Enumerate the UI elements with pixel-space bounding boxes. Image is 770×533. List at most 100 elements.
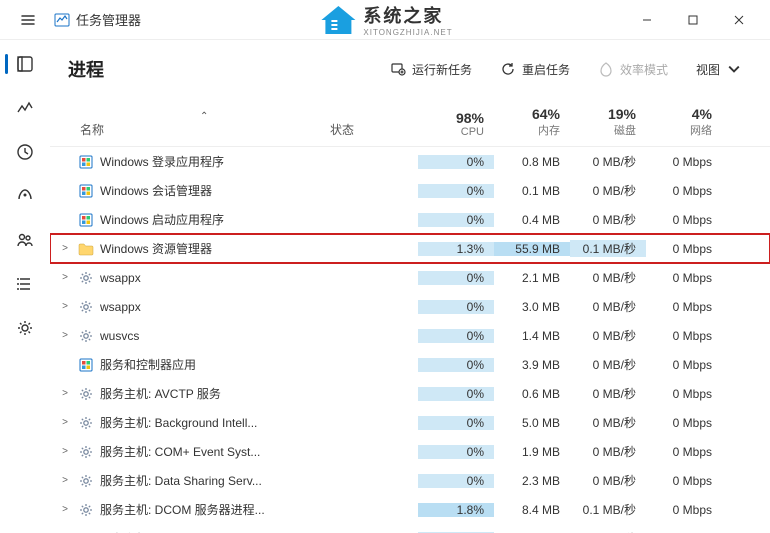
process-name: 服务主机: Background Intell... bbox=[100, 414, 257, 431]
restart-task-button[interactable]: 重启任务 bbox=[490, 55, 580, 84]
network-cell: 0 Mbps bbox=[646, 300, 722, 314]
table-row[interactable]: >wsappx0%2.1 MB0 MB/秒0 Mbps bbox=[50, 263, 770, 292]
expander-icon[interactable]: > bbox=[56, 243, 74, 254]
process-name: Windows 会话管理器 bbox=[100, 182, 212, 199]
process-name: Windows 资源管理器 bbox=[100, 240, 212, 257]
disk-cell: 0 MB/秒 bbox=[570, 211, 646, 228]
process-name: 服务和控制器应用 bbox=[100, 356, 196, 373]
memory-cell: 55.9 MB bbox=[494, 242, 570, 256]
disk-cell: 0 MB/秒 bbox=[570, 414, 646, 431]
network-cell: 0 Mbps bbox=[646, 271, 722, 285]
process-name: 服务主机: DCOM 服务器进程... bbox=[100, 501, 265, 518]
table-header: ⌃ 名称 状态 98% CPU 64% 内存 19% 磁盘 4% 网络 bbox=[50, 98, 770, 147]
table-row[interactable]: >wusvcs0%1.4 MB0 MB/秒0 Mbps bbox=[50, 321, 770, 350]
process-name: 服务主机: COM+ Event Syst... bbox=[100, 443, 260, 460]
watermark-main: 系统之家 bbox=[363, 2, 452, 28]
table-row[interactable]: >服务主机: COM+ Event Syst...0%1.9 MB0 MB/秒0… bbox=[50, 437, 770, 466]
network-cell: 0 Mbps bbox=[646, 213, 722, 227]
col-header-name[interactable]: ⌃ 名称 bbox=[50, 121, 330, 138]
watermark-sub: XITONGZHIJIA.NET bbox=[363, 28, 452, 37]
network-cell: 0 Mbps bbox=[646, 184, 722, 198]
table-row[interactable]: >服务主机: AVCTP 服务0%0.6 MB0 MB/秒0 Mbps bbox=[50, 379, 770, 408]
process-name: 服务主机: Data Sharing Serv... bbox=[100, 472, 262, 489]
table-row[interactable]: Windows 启动应用程序 0%0.4 MB0 MB/秒0 Mbps bbox=[50, 205, 770, 234]
run-new-task-button[interactable]: 运行新任务 bbox=[380, 55, 482, 84]
nav-processes[interactable] bbox=[5, 46, 45, 82]
table-row[interactable]: >服务主机: DCOM 服务器进程...1.8%8.4 MB0.1 MB/秒0 … bbox=[50, 495, 770, 524]
table-row[interactable]: 服务和控制器应用0%3.9 MB0 MB/秒0 Mbps bbox=[50, 350, 770, 379]
hamburger-menu-button[interactable] bbox=[8, 0, 48, 40]
view-label: 视图 bbox=[696, 61, 720, 78]
nav-app-history[interactable] bbox=[5, 134, 45, 170]
window-title: 任务管理器 bbox=[76, 10, 141, 29]
col-header-memory[interactable]: 64% 内存 bbox=[494, 106, 570, 138]
disk-cell: 0 MB/秒 bbox=[570, 356, 646, 373]
cpu-cell: 0% bbox=[418, 155, 494, 169]
efficiency-mode-button[interactable]: 效率模式 bbox=[588, 55, 678, 84]
memory-cell: 1.4 MB bbox=[494, 329, 570, 343]
cpu-cell: 0% bbox=[418, 184, 494, 198]
view-dropdown[interactable]: 视图 bbox=[686, 55, 752, 84]
cpu-cell: 0% bbox=[418, 387, 494, 401]
col-header-network[interactable]: 4% 网络 bbox=[646, 106, 722, 138]
disk-cell: 0.1 MB/秒 bbox=[570, 240, 646, 257]
network-cell: 0 Mbps bbox=[646, 474, 722, 488]
chevron-down-icon bbox=[726, 61, 742, 77]
cpu-cell: 0% bbox=[418, 213, 494, 227]
window-controls bbox=[624, 0, 762, 40]
minimize-button[interactable] bbox=[624, 0, 670, 40]
efficiency-mode-label: 效率模式 bbox=[620, 61, 668, 78]
table-row[interactable]: Windows 会话管理器 0%0.1 MB0 MB/秒0 Mbps bbox=[50, 176, 770, 205]
table-row[interactable]: Windows 登录应用程序0%0.8 MB0 MB/秒0 Mbps bbox=[50, 147, 770, 176]
nav-details[interactable] bbox=[5, 266, 45, 302]
expander-icon[interactable]: > bbox=[56, 330, 74, 341]
disk-cell: 0 MB/秒 bbox=[570, 153, 646, 170]
disk-cell: 0 MB/秒 bbox=[570, 472, 646, 489]
network-cell: 0 Mbps bbox=[646, 445, 722, 459]
memory-cell: 5.0 MB bbox=[494, 416, 570, 430]
memory-cell: 3.0 MB bbox=[494, 300, 570, 314]
cpu-cell: 1.3% bbox=[418, 242, 494, 256]
expander-icon[interactable]: > bbox=[56, 272, 74, 283]
network-cell: 0 Mbps bbox=[646, 329, 722, 343]
memory-cell: 0.6 MB bbox=[494, 387, 570, 401]
network-cell: 0 Mbps bbox=[646, 155, 722, 169]
table-row[interactable]: >服务主机: Diagnostic Policy ...0%9.3 MB0 MB… bbox=[50, 524, 770, 533]
watermark: 系统之家 XITONGZHIJIA.NET bbox=[317, 0, 452, 38]
maximize-button[interactable] bbox=[670, 0, 716, 40]
nav-performance[interactable] bbox=[5, 90, 45, 126]
process-table-body[interactable]: Windows 登录应用程序0%0.8 MB0 MB/秒0 MbpsWindow… bbox=[50, 147, 770, 533]
cpu-cell: 0% bbox=[418, 271, 494, 285]
close-button[interactable] bbox=[716, 0, 762, 40]
content: 进程 运行新任务 重启任务 效率模式 视图 bbox=[50, 40, 770, 533]
disk-cell: 0.1 MB/秒 bbox=[570, 501, 646, 518]
network-cell: 0 Mbps bbox=[646, 416, 722, 430]
process-name: Windows 启动应用程序 bbox=[100, 211, 224, 228]
memory-cell: 0.1 MB bbox=[494, 184, 570, 198]
table-row[interactable]: >服务主机: Data Sharing Serv...0%2.3 MB0 MB/… bbox=[50, 466, 770, 495]
network-cell: 0 Mbps bbox=[646, 358, 722, 372]
table-row[interactable]: >wsappx0%3.0 MB0 MB/秒0 Mbps bbox=[50, 292, 770, 321]
expander-icon[interactable]: > bbox=[56, 446, 74, 457]
memory-cell: 0.4 MB bbox=[494, 213, 570, 227]
nav-services[interactable] bbox=[5, 310, 45, 346]
col-header-cpu[interactable]: 98% CPU bbox=[418, 110, 494, 138]
expander-icon[interactable]: > bbox=[56, 475, 74, 486]
table-row[interactable]: >Windows 资源管理器1.3%55.9 MB0.1 MB/秒0 Mbps bbox=[50, 234, 770, 263]
nav-users[interactable] bbox=[5, 222, 45, 258]
sidebar bbox=[0, 40, 50, 533]
disk-cell: 0 MB/秒 bbox=[570, 182, 646, 199]
memory-cell: 8.4 MB bbox=[494, 503, 570, 517]
expander-icon[interactable]: > bbox=[56, 417, 74, 428]
expander-icon[interactable]: > bbox=[56, 504, 74, 515]
table-row[interactable]: >服务主机: Background Intell...0%5.0 MB0 MB/… bbox=[50, 408, 770, 437]
expander-icon[interactable]: > bbox=[56, 388, 74, 399]
memory-cell: 3.9 MB bbox=[494, 358, 570, 372]
disk-cell: 0 MB/秒 bbox=[570, 269, 646, 286]
content-header: 进程 运行新任务 重启任务 效率模式 视图 bbox=[50, 40, 770, 98]
col-header-disk[interactable]: 19% 磁盘 bbox=[570, 106, 646, 138]
disk-cell: 0 MB/秒 bbox=[570, 443, 646, 460]
expander-icon[interactable]: > bbox=[56, 301, 74, 312]
col-header-status[interactable]: 状态 bbox=[330, 121, 418, 138]
nav-startup[interactable] bbox=[5, 178, 45, 214]
